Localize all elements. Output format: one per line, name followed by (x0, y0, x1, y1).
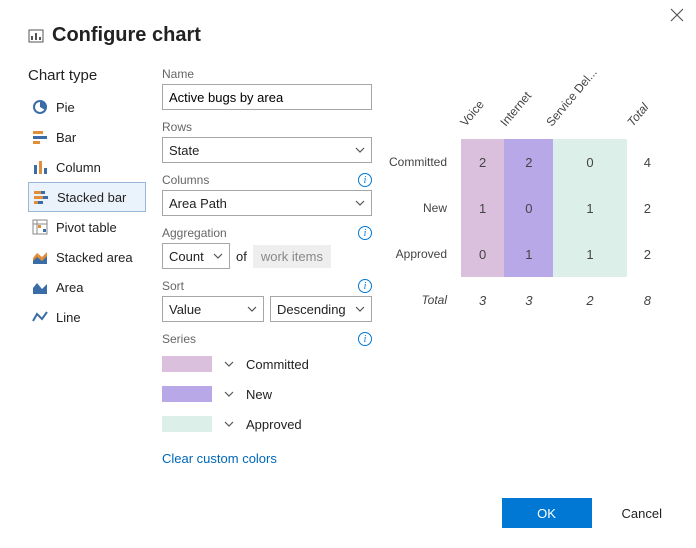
cancel-button[interactable]: Cancel (616, 505, 668, 522)
chart-type-stacked-bar[interactable]: Stacked bar (28, 182, 146, 212)
pivot-cell: 8 (627, 277, 668, 323)
pivot-cell: 0 (504, 185, 553, 231)
pivot-cell: 1 (461, 185, 504, 231)
line-icon (32, 309, 48, 325)
series-color-swatch[interactable] (162, 356, 212, 372)
pivot-cell: 2 (504, 139, 553, 185)
pivot-cell: 0 (553, 139, 626, 185)
aggregation-label: Aggregation (162, 226, 227, 240)
chart-type-title: Chart type (28, 67, 146, 84)
chart-type-label: Pivot table (56, 220, 117, 235)
series-color-swatch[interactable] (162, 386, 212, 402)
pivot-cell: 2 (461, 139, 504, 185)
rows-select[interactable]: State (162, 137, 372, 163)
pivot-table-icon (32, 219, 48, 235)
chevron-down-icon (247, 302, 257, 317)
series-label: Committed (246, 357, 309, 372)
info-icon[interactable]: i (358, 279, 372, 293)
area-icon (32, 279, 48, 295)
pivot-row-header: Approved (388, 231, 461, 277)
pivot-cell: 1 (504, 231, 553, 277)
chart-type-bar[interactable]: Bar (28, 122, 146, 152)
sort-label: Sort (162, 279, 184, 293)
chevron-down-icon (355, 143, 365, 158)
pivot-row-header: New (388, 185, 461, 231)
sort-by-value: Value (169, 302, 201, 317)
chevron-down-icon[interactable] (224, 417, 234, 432)
chart-preview: VoiceInternetService Del...TotalCommitte… (388, 67, 668, 466)
info-icon[interactable]: i (358, 332, 372, 346)
chart-type-label: Pie (56, 100, 75, 115)
sort-dir-select[interactable]: Descending (270, 296, 372, 322)
pivot-cell: 0 (461, 231, 504, 277)
series-row: Approved (162, 409, 372, 439)
chart-type-area[interactable]: Area (28, 272, 146, 302)
pivot-cell: 1 (553, 231, 626, 277)
pivot-cell: 3 (504, 277, 553, 323)
stacked-bar-icon (33, 189, 49, 205)
chevron-down-icon[interactable] (224, 387, 234, 402)
rows-value: State (169, 143, 199, 158)
info-icon[interactable]: i (358, 226, 372, 240)
chart-type-pie[interactable]: Pie (28, 92, 146, 122)
aggregation-select[interactable]: Count (162, 243, 230, 269)
pivot-cell: 2 (627, 185, 668, 231)
pivot-row-header: Committed (388, 139, 461, 185)
pivot-cell: 1 (553, 185, 626, 231)
chart-type-stacked-area[interactable]: Stacked area (28, 242, 146, 272)
columns-label: Columns (162, 173, 209, 187)
name-input[interactable] (162, 84, 372, 110)
aggregation-target: work items (253, 245, 331, 268)
series-row: Committed (162, 349, 372, 379)
pivot-cell: 2 (553, 277, 626, 323)
pie-icon (32, 99, 48, 115)
pivot-column-header: Total (627, 93, 668, 139)
name-label: Name (162, 67, 372, 81)
aggregation-value: Count (169, 249, 204, 264)
close-button[interactable] (670, 8, 684, 27)
ok-button[interactable]: OK (502, 498, 592, 528)
columns-value: Area Path (169, 196, 227, 211)
chart-type-label: Bar (56, 130, 76, 145)
dialog-title: Configure chart (52, 24, 201, 47)
series-label: Approved (246, 417, 302, 432)
chart-type-label: Stacked bar (57, 190, 126, 205)
chart-type-column[interactable]: Column (28, 152, 146, 182)
clear-custom-colors-link[interactable]: Clear custom colors (162, 451, 277, 466)
bar-icon (32, 129, 48, 145)
config-form: Name Rows State Columns i Area Path Aggr… (162, 67, 372, 466)
aggregation-of: of (236, 249, 247, 264)
series-label: Series (162, 332, 196, 346)
columns-select[interactable]: Area Path (162, 190, 372, 216)
chevron-down-icon (355, 302, 365, 317)
pivot-column-header: Service Del... (553, 93, 626, 139)
chart-type-line[interactable]: Line (28, 302, 146, 332)
series-color-swatch[interactable] (162, 416, 212, 432)
stacked-area-icon (32, 249, 48, 265)
pivot-cell: 4 (627, 139, 668, 185)
sort-by-select[interactable]: Value (162, 296, 264, 322)
chart-type-sidebar: Chart type Pie Bar Column Stacked bar Pi… (28, 67, 146, 466)
chart-icon (28, 28, 44, 44)
series-row: New (162, 379, 372, 409)
pivot-cell: 2 (627, 231, 668, 277)
chevron-down-icon[interactable] (224, 357, 234, 372)
series-label: New (246, 387, 272, 402)
chart-type-label: Column (56, 160, 101, 175)
pivot-row-header: Total (388, 277, 461, 323)
chart-type-label: Area (56, 280, 83, 295)
chart-type-pivot-table[interactable]: Pivot table (28, 212, 146, 242)
rows-label: Rows (162, 120, 372, 134)
chevron-down-icon (213, 249, 223, 264)
pivot-column-header: Voice (461, 93, 504, 139)
chart-type-label: Stacked area (56, 250, 133, 265)
chart-type-label: Line (56, 310, 81, 325)
column-icon (32, 159, 48, 175)
pivot-cell: 3 (461, 277, 504, 323)
info-icon[interactable]: i (358, 173, 372, 187)
chevron-down-icon (355, 196, 365, 211)
sort-dir-value: Descending (277, 302, 346, 317)
